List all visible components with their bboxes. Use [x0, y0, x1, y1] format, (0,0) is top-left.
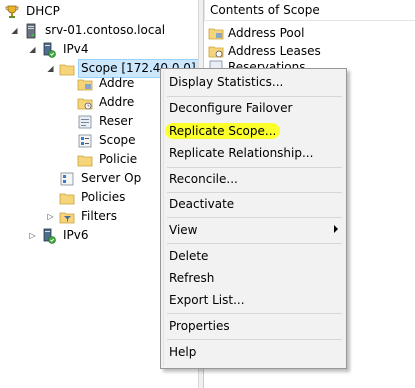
- menu-item-help[interactable]: Help: [167, 341, 344, 363]
- menu-item-deactivate[interactable]: Deactivate: [167, 193, 344, 215]
- menu-item-export-list[interactable]: Export List...: [167, 289, 344, 311]
- menu-item-replicate-relationship[interactable]: Replicate Relationship...: [167, 142, 344, 164]
- list-item[interactable]: Address Pool: [208, 23, 304, 42]
- tree-label: IPv6: [63, 228, 89, 242]
- menu-item-delete[interactable]: Delete: [167, 245, 344, 267]
- menu-item-view[interactable]: View: [167, 219, 344, 241]
- menu-separator: [167, 339, 342, 340]
- expand-arrow-icon[interactable]: ◢: [46, 64, 55, 73]
- tree-label: DHCP: [26, 4, 60, 18]
- tree-item-address-leases[interactable]: Addre: [77, 93, 136, 112]
- tree-label: Server Op: [81, 171, 142, 185]
- list-item[interactable]: Reservations: [208, 59, 305, 68]
- list-item-label: Reservations: [228, 60, 306, 68]
- tree-item-policies-scope[interactable]: Policie: [77, 150, 139, 169]
- folder-clock-icon: [208, 46, 224, 57]
- folder-icon: [77, 79, 93, 90]
- tree-label: Addre: [99, 76, 135, 90]
- expand-arrow-icon[interactable]: ◢: [10, 26, 19, 35]
- menu-item-reconcile[interactable]: Reconcile...: [167, 168, 344, 190]
- collapse-arrow-icon[interactable]: ▷: [28, 231, 37, 240]
- tree-item-address-pool[interactable]: Addre: [77, 74, 136, 93]
- reservations-icon: [78, 115, 92, 128]
- tree-label: Policies: [81, 190, 126, 204]
- tree-item-server[interactable]: ◢ srv-01.contoso.local: [10, 21, 167, 40]
- menu-item-deconfigure-failover[interactable]: Deconfigure Failover: [167, 97, 344, 119]
- menu-item-properties[interactable]: Properties: [167, 315, 344, 337]
- folder-icon: [59, 193, 75, 204]
- filter-icon: [59, 212, 75, 223]
- folder-clock-icon: [77, 98, 93, 109]
- column-header-label: Contents of Scope: [210, 3, 320, 17]
- ipv4-network-icon: [43, 42, 56, 58]
- menu-item-replicate-scope[interactable]: Replicate Scope...: [165, 120, 344, 142]
- ipv6-network-icon: [43, 228, 56, 244]
- reservations-icon: [209, 60, 223, 68]
- tree-label: Filters: [81, 209, 117, 223]
- folder-icon: [59, 64, 75, 75]
- tree-item-scope-options[interactable]: Scope: [77, 131, 138, 150]
- scope-options-icon: [78, 134, 92, 147]
- tree-item-ipv4[interactable]: ◢ IPv4: [28, 40, 91, 59]
- menu-item-refresh[interactable]: Refresh: [167, 267, 344, 289]
- tree-item-ipv6[interactable]: ▷ IPv6: [28, 226, 91, 245]
- tree-item-server-options[interactable]: Server Op: [59, 169, 143, 188]
- tree-label: Policie: [99, 152, 138, 166]
- server-icon: [26, 23, 36, 38]
- menu-item-display-statistics[interactable]: Display Statistics...: [167, 71, 344, 93]
- submenu-arrow-icon: [334, 225, 338, 233]
- tree-label: srv-01.contoso.local: [45, 23, 166, 37]
- list-item-label: Address Leases: [228, 43, 321, 58]
- menu-separator: [167, 217, 342, 218]
- folder-icon: [77, 155, 93, 166]
- menu-separator: [167, 243, 342, 244]
- expand-arrow-icon[interactable]: ◢: [28, 45, 37, 54]
- tree-item-reservations[interactable]: Reser: [77, 112, 135, 131]
- column-header-name[interactable]: Contents of Scope: [204, 0, 415, 21]
- tree-label: Scope: [99, 133, 136, 147]
- list-item-label: Address Pool: [228, 25, 305, 40]
- tree-item-filters[interactable]: ▷ Filters: [46, 207, 119, 226]
- list-item[interactable]: Address Leases: [208, 41, 321, 60]
- tree-item-dhcp[interactable]: DHCP: [4, 2, 62, 21]
- folder-icon: [208, 28, 224, 39]
- server-options-icon: [60, 172, 74, 185]
- tree-label: Addre: [99, 95, 135, 109]
- tree-label: IPv4: [63, 42, 89, 56]
- tree-item-policies[interactable]: Policies: [59, 188, 127, 207]
- dhcp-trophy-icon: [5, 5, 19, 18]
- menu-separator: [167, 313, 342, 314]
- collapse-arrow-icon[interactable]: ▷: [46, 212, 55, 221]
- context-menu[interactable]: Display Statistics... Deconfigure Failov…: [160, 68, 347, 369]
- tree-label: Reser: [99, 114, 133, 128]
